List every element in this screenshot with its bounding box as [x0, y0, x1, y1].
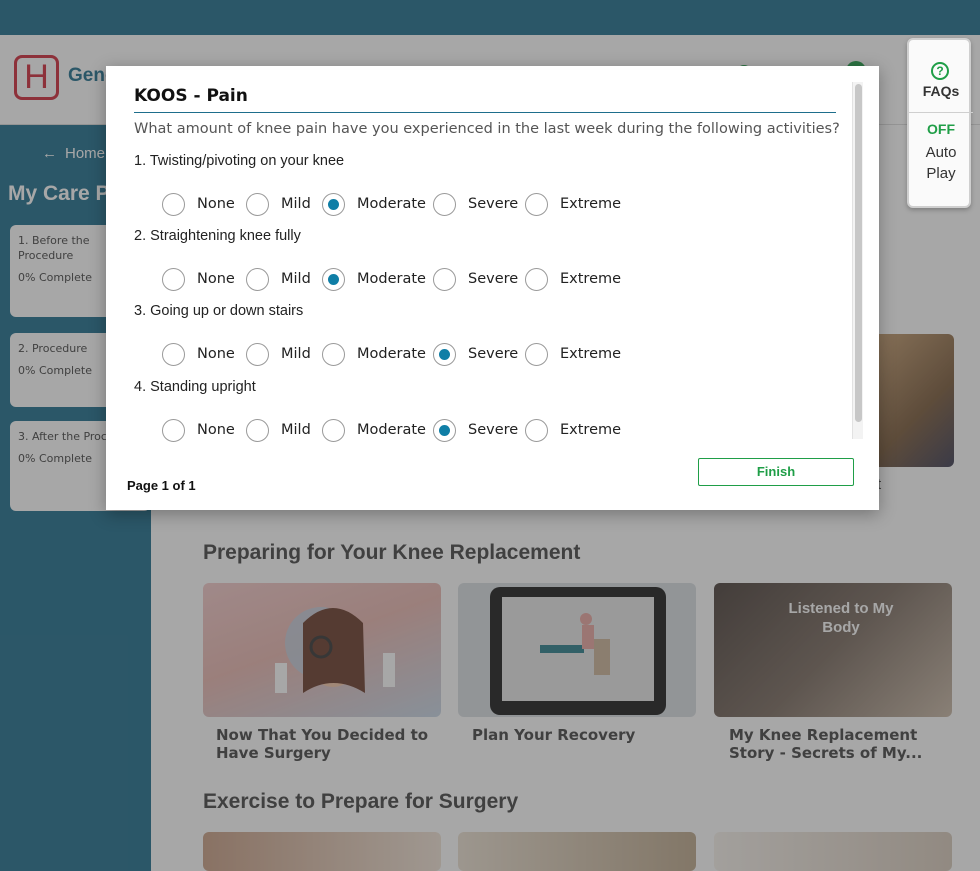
option-label[interactable]: None	[197, 346, 235, 362]
radio-button[interactable]	[525, 192, 548, 216]
radio-button[interactable]	[322, 418, 345, 442]
option-label[interactable]: Moderate	[357, 196, 426, 212]
radio-button[interactable]	[246, 342, 269, 366]
answer-option-severe[interactable]: Severe	[433, 192, 518, 216]
answer-option-mild[interactable]: Mild	[246, 192, 311, 216]
answer-option-mild[interactable]: Mild	[246, 418, 311, 442]
radio-button[interactable]	[246, 418, 269, 442]
question-text: 4. Standing upright	[134, 379, 256, 395]
answer-option-mild[interactable]: Mild	[246, 267, 311, 291]
autoplay-state[interactable]: OFF	[909, 121, 973, 137]
option-label[interactable]: Extreme	[560, 196, 621, 212]
radio-button[interactable]	[162, 267, 185, 291]
answer-option-severe[interactable]: Severe	[433, 342, 518, 366]
scrollbar-thumb[interactable]	[855, 84, 862, 422]
answer-option-extreme[interactable]: Extreme	[525, 342, 621, 366]
page-indicator: Page 1 of 1	[127, 478, 196, 493]
answer-option-severe[interactable]: Severe	[433, 418, 518, 442]
radio-button[interactable]	[525, 418, 548, 442]
answer-option-none[interactable]: None	[162, 342, 235, 366]
title-divider	[134, 112, 836, 113]
faqs-label[interactable]: FAQs	[909, 83, 973, 99]
dialog-description: What amount of knee pain have you experi…	[134, 121, 840, 137]
option-label[interactable]: Moderate	[357, 346, 426, 362]
question-text: 3. Going up or down stairs	[134, 303, 304, 319]
radio-button[interactable]	[322, 342, 345, 366]
autoplay-label-line2[interactable]: Play	[909, 165, 973, 182]
dialog-scrollbar[interactable]	[852, 82, 863, 439]
answer-option-moderate[interactable]: Moderate	[322, 418, 426, 442]
autoplay-label-line1[interactable]: Auto	[909, 144, 973, 161]
option-label[interactable]: Mild	[281, 196, 311, 212]
answer-option-none[interactable]: None	[162, 192, 235, 216]
answer-option-none[interactable]: None	[162, 267, 235, 291]
faqs-panel[interactable]: ? FAQs OFF Auto Play	[907, 38, 973, 208]
radio-button[interactable]	[525, 342, 548, 366]
radio-button[interactable]	[322, 267, 345, 291]
answer-option-mild[interactable]: Mild	[246, 342, 311, 366]
answer-option-extreme[interactable]: Extreme	[525, 267, 621, 291]
finish-button[interactable]: Finish	[698, 458, 854, 486]
option-label[interactable]: Mild	[281, 346, 311, 362]
radio-button[interactable]	[246, 192, 269, 216]
radio-button[interactable]	[433, 267, 456, 291]
answer-option-moderate[interactable]: Moderate	[322, 267, 426, 291]
radio-button[interactable]	[162, 418, 185, 442]
option-label[interactable]: None	[197, 271, 235, 287]
radio-button[interactable]	[433, 342, 456, 366]
answer-option-moderate[interactable]: Moderate	[322, 342, 426, 366]
option-label[interactable]: Severe	[468, 346, 518, 362]
option-label[interactable]: Severe	[468, 271, 518, 287]
option-label[interactable]: None	[197, 422, 235, 438]
answer-option-moderate[interactable]: Moderate	[322, 192, 426, 216]
radio-button[interactable]	[433, 192, 456, 216]
answer-option-none[interactable]: None	[162, 418, 235, 442]
option-label[interactable]: Severe	[468, 422, 518, 438]
radio-button[interactable]	[322, 192, 345, 216]
question-mark-icon[interactable]: ?	[931, 62, 949, 80]
option-label[interactable]: Mild	[281, 422, 311, 438]
option-label[interactable]: Extreme	[560, 346, 621, 362]
dialog-title: KOOS - Pain	[134, 86, 248, 106]
radio-button[interactable]	[525, 267, 548, 291]
option-label[interactable]: None	[197, 196, 235, 212]
answer-option-extreme[interactable]: Extreme	[525, 192, 621, 216]
radio-button[interactable]	[162, 192, 185, 216]
radio-button[interactable]	[433, 418, 456, 442]
option-label[interactable]: Severe	[468, 196, 518, 212]
answer-option-severe[interactable]: Severe	[433, 267, 518, 291]
divider	[909, 112, 973, 113]
option-label[interactable]: Extreme	[560, 271, 621, 287]
option-label[interactable]: Extreme	[560, 422, 621, 438]
question-text: 2. Straightening knee fully	[134, 228, 301, 244]
answer-option-extreme[interactable]: Extreme	[525, 418, 621, 442]
question-text: 1. Twisting/pivoting on your knee	[134, 153, 345, 169]
option-label[interactable]: Moderate	[357, 422, 426, 438]
option-label[interactable]: Moderate	[357, 271, 426, 287]
radio-button[interactable]	[162, 342, 185, 366]
radio-button[interactable]	[246, 267, 269, 291]
option-label[interactable]: Mild	[281, 271, 311, 287]
koos-survey-dialog: KOOS - Pain What amount of knee pain hav…	[106, 66, 879, 510]
